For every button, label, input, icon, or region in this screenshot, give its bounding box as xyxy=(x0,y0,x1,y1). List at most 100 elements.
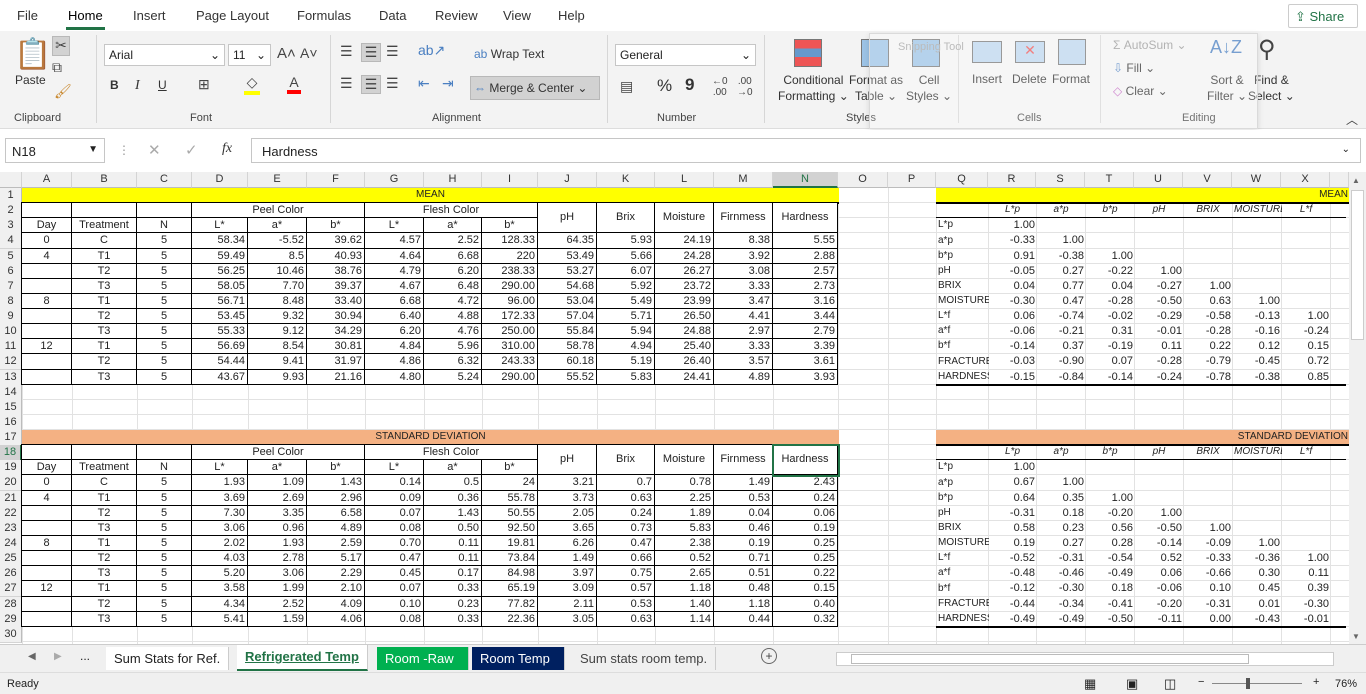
row-header-18[interactable]: 18 xyxy=(0,445,22,461)
row-header-6[interactable]: 6 xyxy=(0,264,22,280)
row-header-12[interactable]: 12 xyxy=(0,354,22,370)
copy-icon[interactable]: ⧉ xyxy=(52,59,62,76)
decrease-decimal-icon[interactable]: .00 →0 xyxy=(737,76,753,98)
menu-help[interactable]: Help xyxy=(558,8,585,23)
column-header-C[interactable]: C xyxy=(137,172,192,188)
name-box[interactable]: N18 ▼ xyxy=(5,138,105,163)
scroll-up-icon[interactable]: ▲ xyxy=(1352,176,1360,185)
row-header-11[interactable]: 11 xyxy=(0,339,22,355)
accounting-format-icon[interactable]: ▤ xyxy=(620,78,633,95)
fill-color-icon[interactable]: ◇ xyxy=(244,74,260,95)
page-layout-view-icon[interactable]: ▣ xyxy=(1126,676,1138,692)
font-name-dropdown[interactable]: Arial ⌄ xyxy=(104,44,225,66)
menu-insert[interactable]: Insert xyxy=(133,8,166,23)
row-header-21[interactable]: 21 xyxy=(0,491,22,507)
number-format-dropdown[interactable]: General ⌄ xyxy=(615,44,756,66)
column-header-I[interactable]: I xyxy=(482,172,538,188)
horizontal-scrollbar[interactable] xyxy=(836,652,1334,666)
row-header-4[interactable]: 4 xyxy=(0,233,22,249)
decrease-indent-icon[interactable]: ⇤ xyxy=(418,75,430,92)
share-button[interactable]: ⇪ Share xyxy=(1288,4,1358,28)
row-header-2[interactable]: 2 xyxy=(0,203,22,219)
align-left-icon[interactable]: ☰ xyxy=(340,75,353,92)
merge-center-button[interactable]: ⇔ Merge & Center ⌄ xyxy=(470,76,600,100)
format-painter-icon[interactable]: 🖌 xyxy=(54,83,72,100)
page-break-view-icon[interactable]: ◫ xyxy=(1164,676,1176,692)
menu-review[interactable]: Review xyxy=(435,8,478,23)
column-header-E[interactable]: E xyxy=(248,172,307,188)
align-top-icon[interactable]: ☰ xyxy=(340,43,353,60)
wrap-text-button[interactable]: ab Wrap Text xyxy=(474,47,544,61)
normal-view-icon[interactable]: ▦ xyxy=(1084,676,1096,692)
row-header-29[interactable]: 29 xyxy=(0,612,22,628)
column-header-partial[interactable] xyxy=(1330,172,1349,188)
add-sheet-button[interactable]: + xyxy=(761,648,777,664)
row-header-10[interactable]: 10 xyxy=(0,324,22,340)
select-all-button[interactable] xyxy=(0,172,22,188)
horizontal-scroll-thumb[interactable] xyxy=(851,654,1249,664)
formula-input[interactable]: Hardness ⌄ xyxy=(251,138,1361,163)
column-header-S[interactable]: S xyxy=(1036,172,1085,188)
row-header-24[interactable]: 24 xyxy=(0,536,22,552)
more-sheets-button[interactable]: ... xyxy=(80,649,90,663)
tab-sum-stats-room[interactable]: Sum stats room temp. xyxy=(572,647,717,670)
cut-icon[interactable]: ✂ xyxy=(52,36,70,56)
menu-data[interactable]: Data xyxy=(379,8,406,23)
row-header-3[interactable]: 3 xyxy=(0,218,22,234)
zoom-out-button[interactable]: − xyxy=(1198,676,1204,688)
column-header-A[interactable]: A xyxy=(22,172,72,188)
align-bottom-icon[interactable]: ☰ xyxy=(386,43,399,60)
tab-room-temp[interactable]: Room Temp xyxy=(472,647,565,670)
increase-font-icon[interactable]: A˄ xyxy=(277,45,296,62)
tab-room-raw[interactable]: Room -Raw xyxy=(377,647,469,670)
enter-icon[interactable]: ✓ xyxy=(185,141,198,159)
zoom-in-button[interactable]: + xyxy=(1313,676,1319,688)
column-header-K[interactable]: K xyxy=(597,172,655,188)
column-header-D[interactable]: D xyxy=(192,172,248,188)
row-header-1[interactable]: 1 xyxy=(0,188,22,204)
column-header-U[interactable]: U xyxy=(1134,172,1183,188)
paste-icon[interactable]: 📋 xyxy=(14,37,51,72)
scroll-down-icon[interactable]: ▼ xyxy=(1352,632,1360,641)
row-header-19[interactable]: 19 xyxy=(0,460,22,476)
align-middle-icon[interactable]: ☰ xyxy=(361,43,381,62)
bold-button[interactable]: B xyxy=(110,78,119,92)
row-header-13[interactable]: 13 xyxy=(0,370,22,386)
underline-button[interactable]: U xyxy=(158,78,167,92)
column-header-N[interactable]: N xyxy=(773,172,838,188)
row-header-28[interactable]: 28 xyxy=(0,597,22,613)
column-header-V[interactable]: V xyxy=(1183,172,1232,188)
find-icon[interactable]: ⚲ xyxy=(1258,35,1276,64)
row-header-7[interactable]: 7 xyxy=(0,279,22,295)
column-header-R[interactable]: R xyxy=(988,172,1036,188)
row-header-8[interactable]: 8 xyxy=(0,294,22,310)
column-header-X[interactable]: X xyxy=(1281,172,1330,188)
column-header-T[interactable]: T xyxy=(1085,172,1134,188)
menu-page-layout[interactable]: Page Layout xyxy=(196,8,269,23)
column-header-L[interactable]: L xyxy=(655,172,714,188)
column-header-F[interactable]: F xyxy=(307,172,365,188)
column-header-B[interactable]: B xyxy=(72,172,137,188)
menu-view[interactable]: View xyxy=(503,8,531,23)
insert-function-button[interactable]: fx xyxy=(222,141,232,157)
menu-formulas[interactable]: Formulas xyxy=(297,8,351,23)
decrease-font-icon[interactable]: A˅ xyxy=(300,45,318,61)
comma-button[interactable]: 9 xyxy=(685,75,694,95)
column-header-Q[interactable]: Q xyxy=(936,172,988,188)
zoom-slider[interactable] xyxy=(1212,683,1302,684)
next-sheet-icon[interactable]: ▶ xyxy=(54,651,62,662)
column-header-M[interactable]: M xyxy=(714,172,773,188)
row-header-9[interactable]: 9 xyxy=(0,309,22,325)
align-right-icon[interactable]: ☰ xyxy=(386,75,399,92)
italic-button[interactable]: I xyxy=(135,78,140,94)
tab-sum-stats-ref[interactable]: Sum Stats for Ref. xyxy=(106,647,230,670)
row-header-23[interactable]: 23 xyxy=(0,521,22,537)
prev-sheet-icon[interactable]: ◀ xyxy=(28,651,36,662)
menu-file[interactable]: File xyxy=(17,8,38,23)
font-color-icon[interactable]: A xyxy=(287,74,301,94)
row-header-27[interactable]: 27 xyxy=(0,581,22,597)
column-header-G[interactable]: G xyxy=(365,172,424,188)
paste-button[interactable]: Paste xyxy=(15,73,46,87)
row-header-14[interactable]: 14 xyxy=(0,385,22,401)
collapse-ribbon-icon[interactable]: ︿ xyxy=(1346,111,1358,128)
